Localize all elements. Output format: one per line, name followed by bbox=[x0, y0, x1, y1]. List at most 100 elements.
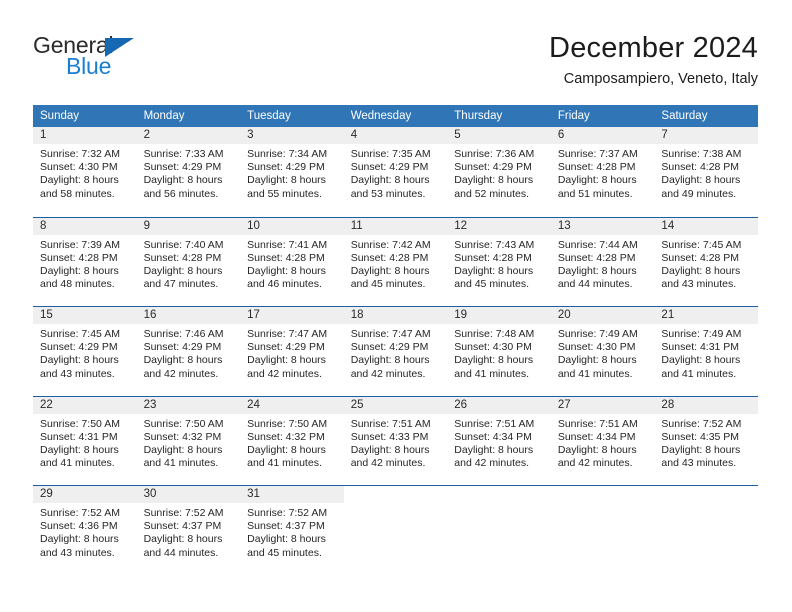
weekday-header-monday: Monday bbox=[143, 110, 185, 122]
calendar-day-cell[interactable]: 30 Sunrise: 7:52 AM Sunset: 4:37 PM Dayligh… bbox=[136, 486, 241, 575]
calendar-day-cell[interactable]: 26 Sunrise: 7:51 AM Sunset: 4:34 PM Dayligh… bbox=[447, 396, 551, 485]
day-detail-daylight1: Daylight: 8 hours bbox=[661, 264, 741, 277]
calendar-day-cell[interactable]: 11 Sunrise: 7:42 AM Sunset: 4:28 PM Dayligh… bbox=[343, 217, 448, 306]
day-details: Sunrise: 7:48 AM Sunset: 4:30 PM Daylight:… bbox=[447, 324, 551, 381]
calendar-day-cell[interactable]: 13 Sunrise: 7:44 AM Sunset: 4:28 PM Dayligh… bbox=[550, 217, 655, 306]
day-detail-sunrise: Sunrise: 7:32 AM bbox=[40, 148, 120, 160]
general-blue-logo[interactable]: General Blue bbox=[33, 32, 213, 84]
day-detail-daylight2: and 45 minutes. bbox=[350, 278, 426, 291]
day-detail-daylight2: and 41 minutes. bbox=[661, 367, 737, 380]
calendar-day-cell[interactable]: 28 Sunrise: 7:52 AM Sunset: 4:35 PM Dayligh… bbox=[654, 396, 758, 485]
day-details: Sunrise: 7:35 AM Sunset: 4:29 PM Daylight:… bbox=[344, 144, 448, 201]
calendar-day-cell[interactable]: 15 Sunrise: 7:45 AM Sunset: 4:29 PM Dayligh… bbox=[33, 307, 137, 396]
calendar-day-cell[interactable]: 20 Sunrise: 7:49 AM Sunset: 4:30 PM Dayligh… bbox=[550, 307, 655, 396]
day-detail-daylight1: Daylight: 8 hours bbox=[350, 264, 430, 277]
day-details: Sunrise: 7:50 AM Sunset: 4:31 PM Daylight:… bbox=[33, 414, 137, 471]
title-block: December 2024 Camposampiero, Veneto, Ita… bbox=[549, 30, 758, 90]
day-detail-sunset: Sunset: 4:29 PM bbox=[40, 341, 118, 354]
calendar-day-cell[interactable]: 2 Sunrise: 7:33 AM Sunset: 4:29 PM Daylight… bbox=[136, 127, 241, 217]
calendar-week-row: 29 Sunrise: 7:52 AM Sunset: 4:36 PM Dayligh… bbox=[33, 485, 758, 575]
day-detail-daylight2: and 43 minutes. bbox=[40, 367, 115, 380]
day-number: 17 bbox=[240, 307, 344, 324]
day-details: Sunrise: 7:52 AM Sunset: 4:35 PM Daylight:… bbox=[654, 414, 758, 471]
day-number: 13 bbox=[550, 217, 655, 235]
day-detail-daylight1: Daylight: 8 hours bbox=[40, 533, 119, 546]
day-detail-sunrise: Sunrise: 7:46 AM bbox=[143, 328, 224, 340]
weekday-header-thursday: Thursday bbox=[454, 110, 503, 122]
day-detail-sunset: Sunset: 4:34 PM bbox=[557, 430, 636, 443]
calendar-day-cell[interactable]: 14 Sunrise: 7:45 AM Sunset: 4:28 PM Dayligh… bbox=[654, 217, 758, 306]
calendar-day-cell[interactable]: 25 Sunrise: 7:51 AM Sunset: 4:33 PM Dayligh… bbox=[343, 396, 448, 485]
calendar-day-cell[interactable]: 29 Sunrise: 7:52 AM Sunset: 4:36 PM Dayligh… bbox=[33, 486, 137, 575]
day-detail-sunrise: Sunrise: 7:47 AM bbox=[350, 328, 431, 340]
day-detail-sunrise: Sunrise: 7:52 AM bbox=[247, 507, 328, 519]
day-detail-daylight1: Daylight: 8 hours bbox=[143, 264, 223, 277]
day-detail-sunrise: Sunrise: 7:42 AM bbox=[350, 238, 431, 251]
day-detail-daylight1: Daylight: 8 hours bbox=[557, 443, 637, 456]
calendar-day-cell[interactable]: 22 Sunrise: 7:50 AM Sunset: 4:31 PM Dayligh… bbox=[33, 396, 137, 485]
day-details: Sunrise: 7:42 AM Sunset: 4:28 PM Daylight:… bbox=[344, 235, 448, 292]
calendar-day-cell[interactable]: 1 Sunrise: 7:32 AM Sunset: 4:30 PM Daylight… bbox=[33, 127, 137, 217]
page-title: December 2024 bbox=[549, 32, 758, 64]
calendar-day-cell[interactable]: 5 Sunrise: 7:36 AM Sunset: 4:29 PM Daylight… bbox=[447, 127, 551, 217]
calendar-weeks: 1 Sunrise: 7:32 AM Sunset: 4:30 PM Daylight… bbox=[33, 127, 758, 575]
calendar-cell-empty bbox=[343, 486, 448, 575]
day-number bbox=[551, 486, 655, 503]
day-detail-daylight1: Daylight: 8 hours bbox=[143, 533, 223, 546]
day-detail-daylight1: Daylight: 8 hours bbox=[661, 354, 741, 367]
day-details: Sunrise: 7:43 AM Sunset: 4:28 PM Daylight:… bbox=[447, 235, 551, 292]
calendar-day-cell[interactable]: 18 Sunrise: 7:47 AM Sunset: 4:29 PM Dayligh… bbox=[343, 307, 448, 396]
day-detail-daylight1: Daylight: 8 hours bbox=[350, 174, 430, 187]
calendar-day-cell[interactable]: 24 Sunrise: 7:50 AM Sunset: 4:32 PM Dayligh… bbox=[240, 396, 344, 485]
day-detail-sunset: Sunset: 4:28 PM bbox=[661, 161, 740, 174]
calendar-day-cell[interactable]: 8 Sunrise: 7:39 AM Sunset: 4:28 PM Daylight… bbox=[33, 217, 137, 306]
calendar-day-cell[interactable]: 23 Sunrise: 7:50 AM Sunset: 4:32 PM Dayligh… bbox=[136, 396, 241, 485]
calendar-day-cell[interactable]: 3 Sunrise: 7:34 AM Sunset: 4:29 PM Daylight… bbox=[240, 127, 344, 217]
day-detail-daylight2: and 43 minutes. bbox=[661, 457, 737, 470]
calendar-day-cell[interactable]: 19 Sunrise: 7:48 AM Sunset: 4:30 PM Dayligh… bbox=[447, 307, 551, 396]
calendar-day-cell[interactable]: 31 Sunrise: 7:52 AM Sunset: 4:37 PM Dayligh… bbox=[240, 486, 344, 575]
day-detail-sunset: Sunset: 4:29 PM bbox=[247, 341, 325, 354]
day-detail-daylight2: and 42 minutes. bbox=[557, 457, 633, 470]
day-detail-daylight2: and 42 minutes. bbox=[350, 367, 426, 380]
day-detail-daylight1: Daylight: 8 hours bbox=[661, 174, 741, 187]
day-detail-sunset: Sunset: 4:29 PM bbox=[350, 161, 429, 174]
day-detail-daylight2: and 44 minutes. bbox=[143, 546, 219, 559]
calendar-day-cell[interactable]: 21 Sunrise: 7:49 AM Sunset: 4:31 PM Dayligh… bbox=[654, 307, 758, 396]
day-detail-daylight1: Daylight: 8 hours bbox=[350, 354, 430, 367]
day-details: Sunrise: 7:52 AM Sunset: 4:37 PM Daylight:… bbox=[240, 503, 344, 560]
weekday-header-tuesday: Tuesday bbox=[247, 110, 291, 122]
calendar-day-cell[interactable]: 7 Sunrise: 7:38 AM Sunset: 4:28 PM Daylight… bbox=[654, 127, 758, 217]
day-detail-daylight1: Daylight: 8 hours bbox=[143, 354, 223, 367]
day-detail-sunrise: Sunrise: 7:51 AM bbox=[350, 417, 431, 430]
day-details: Sunrise: 7:51 AM Sunset: 4:33 PM Daylight:… bbox=[344, 414, 448, 471]
calendar-week-row: 15 Sunrise: 7:45 AM Sunset: 4:29 PM Dayligh… bbox=[33, 306, 758, 396]
day-detail-sunset: Sunset: 4:37 PM bbox=[143, 520, 222, 533]
calendar-day-cell[interactable]: 10 Sunrise: 7:41 AM Sunset: 4:28 PM Dayligh… bbox=[240, 217, 344, 306]
day-detail-daylight2: and 58 minutes. bbox=[40, 187, 115, 200]
day-number bbox=[447, 486, 551, 503]
day-details: Sunrise: 7:41 AM Sunset: 4:28 PM Daylight:… bbox=[240, 235, 344, 292]
day-detail-daylight1: Daylight: 8 hours bbox=[40, 264, 119, 277]
calendar-day-cell[interactable]: 27 Sunrise: 7:51 AM Sunset: 4:34 PM Dayligh… bbox=[550, 396, 655, 485]
day-detail-sunrise: Sunrise: 7:44 AM bbox=[557, 238, 638, 251]
day-detail-sunrise: Sunrise: 7:48 AM bbox=[454, 328, 535, 340]
day-number: 22 bbox=[33, 396, 137, 414]
calendar-day-cell[interactable]: 17 Sunrise: 7:47 AM Sunset: 4:29 PM Dayligh… bbox=[240, 307, 344, 396]
day-number: 10 bbox=[240, 217, 344, 235]
day-number: 25 bbox=[343, 396, 448, 414]
calendar-cell-empty bbox=[654, 486, 758, 575]
day-detail-daylight1: Daylight: 8 hours bbox=[247, 174, 326, 187]
day-number: 19 bbox=[447, 307, 551, 324]
calendar-day-cell[interactable]: 12 Sunrise: 7:43 AM Sunset: 4:28 PM Dayligh… bbox=[447, 217, 551, 306]
day-details: Sunrise: 7:45 AM Sunset: 4:29 PM Daylight:… bbox=[33, 324, 137, 381]
day-detail-daylight2: and 42 minutes. bbox=[454, 457, 529, 470]
calendar-day-cell[interactable]: 4 Sunrise: 7:35 AM Sunset: 4:29 PM Daylight… bbox=[343, 127, 448, 217]
calendar-day-cell[interactable]: 16 Sunrise: 7:46 AM Sunset: 4:29 PM Dayligh… bbox=[136, 307, 241, 396]
day-number: 23 bbox=[136, 396, 241, 414]
day-number: 16 bbox=[136, 307, 241, 324]
day-detail-sunset: Sunset: 4:28 PM bbox=[454, 251, 532, 264]
day-detail-sunset: Sunset: 4:29 PM bbox=[247, 161, 325, 174]
calendar-day-cell[interactable]: 9 Sunrise: 7:40 AM Sunset: 4:28 PM Daylight… bbox=[136, 217, 241, 306]
calendar-day-cell[interactable]: 6 Sunrise: 7:37 AM Sunset: 4:28 PM Daylight… bbox=[550, 127, 655, 217]
